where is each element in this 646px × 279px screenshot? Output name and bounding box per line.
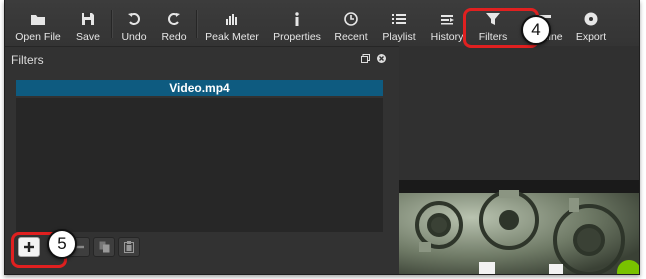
video-preview — [399, 180, 639, 274]
attached-filters-list[interactable] — [16, 98, 383, 232]
recent-label: Recent — [334, 31, 368, 43]
redo-icon — [168, 13, 180, 25]
export-button[interactable]: Export — [571, 0, 611, 46]
undo-label: Undo — [121, 31, 147, 43]
history-label: History — [430, 31, 464, 43]
step-4-badge: 4 — [521, 15, 551, 45]
close-panel-icon[interactable] — [376, 54, 386, 64]
redo-button[interactable]: Redo — [157, 0, 191, 46]
list-icon — [392, 14, 406, 24]
playlist-label: Playlist — [382, 31, 416, 43]
gears-video-frame — [399, 190, 639, 274]
peak-meter-button[interactable]: Peak Meter — [203, 0, 261, 46]
open-file-button[interactable]: Open File — [13, 0, 63, 46]
filters-panel-title: Filters — [11, 53, 44, 67]
save-icon — [82, 13, 94, 25]
redo-label: Redo — [161, 31, 187, 43]
recent-button[interactable]: Recent — [331, 0, 371, 46]
toolbar-separator — [111, 10, 113, 38]
playlist-button[interactable]: Playlist — [377, 0, 421, 46]
step-5-badge: 5 — [47, 229, 77, 259]
disc-icon — [584, 12, 598, 26]
info-icon — [295, 12, 299, 26]
properties-button[interactable]: Properties — [269, 0, 325, 46]
save-label: Save — [76, 31, 100, 43]
save-button[interactable]: Save — [71, 0, 105, 46]
clipboard-icon — [124, 241, 134, 253]
peak-meter-icon — [226, 14, 237, 25]
clock-icon — [344, 12, 358, 26]
properties-label: Properties — [273, 31, 321, 43]
toolbar-separator — [196, 10, 198, 38]
paste-filter-button[interactable] — [118, 237, 140, 257]
open-file-label: Open File — [15, 31, 61, 43]
folder-icon — [31, 14, 45, 25]
float-panel-icon[interactable] — [360, 54, 370, 64]
peak-meter-label: Peak Meter — [205, 31, 259, 43]
export-label: Export — [575, 31, 607, 43]
undo-button[interactable]: Undo — [117, 0, 151, 46]
undo-icon — [128, 13, 140, 25]
copy-filter-button[interactable] — [93, 237, 115, 257]
history-button[interactable]: History — [427, 0, 467, 46]
current-clip-name: Video.mp4 — [16, 80, 383, 96]
history-icon — [441, 15, 454, 25]
copy-icon — [99, 241, 109, 253]
